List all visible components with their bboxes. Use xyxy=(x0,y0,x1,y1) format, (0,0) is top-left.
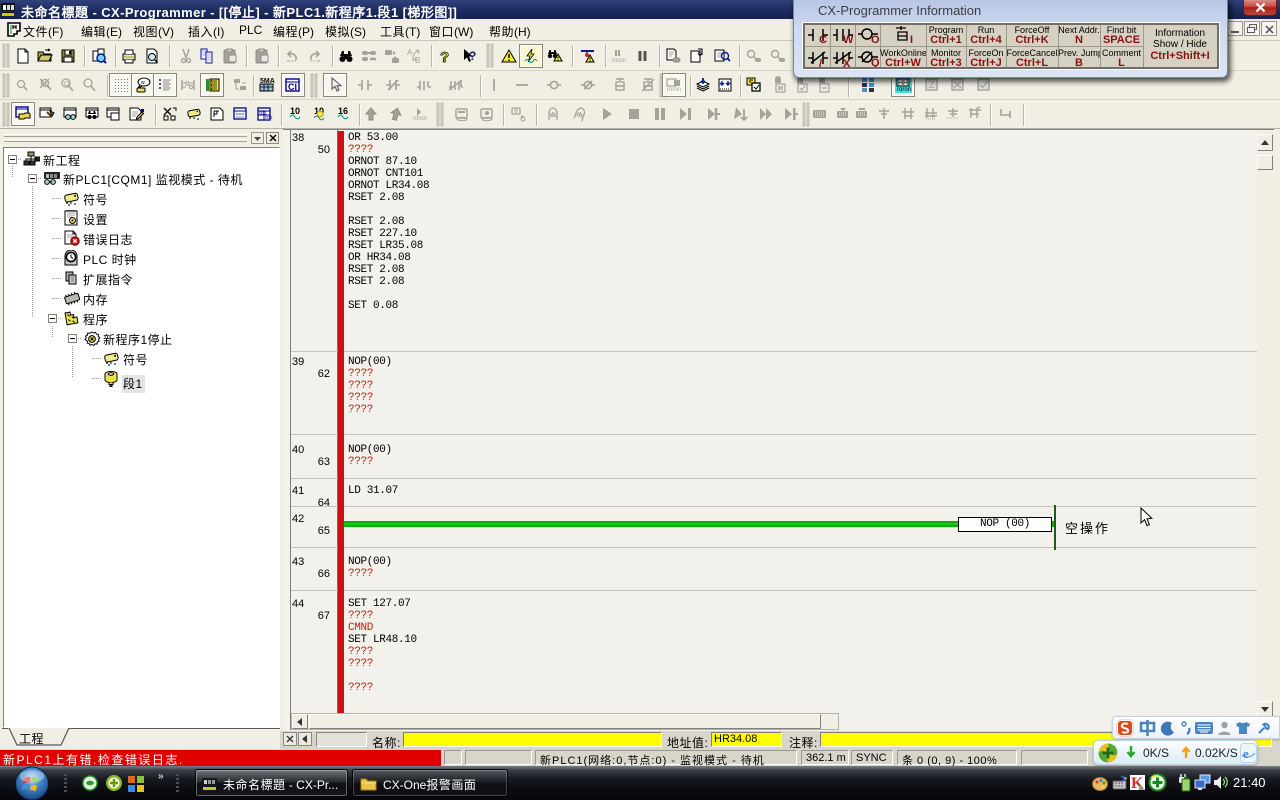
svg-text:A: A xyxy=(407,48,413,57)
svg-text:10: 10 xyxy=(290,106,300,116)
svg-text:X: X xyxy=(843,58,851,67)
svg-text:HH: HH xyxy=(898,80,908,87)
svg-text:?: ? xyxy=(469,49,476,63)
svg-text:I: I xyxy=(910,34,913,45)
svg-text:Q: Q xyxy=(871,57,880,67)
svg-text:?: ? xyxy=(440,49,449,66)
svg-text:/: / xyxy=(819,58,822,67)
svg-text:O: O xyxy=(871,34,880,45)
svg-text:?: ? xyxy=(1123,777,1127,784)
svg-text:roron: roron xyxy=(413,116,427,122)
svg-text:e: e xyxy=(1243,746,1249,761)
svg-text:roron: roron xyxy=(667,87,681,93)
svg-text:002: 002 xyxy=(265,115,273,120)
svg-text:roron: roron xyxy=(897,87,911,93)
svg-text:C: C xyxy=(819,34,827,45)
svg-text:roron: roron xyxy=(612,58,626,64)
svg-text:Q: Q xyxy=(64,81,70,88)
svg-text:CI: CI xyxy=(288,82,297,92)
svg-text:B: B xyxy=(415,56,420,65)
svg-text:W: W xyxy=(843,34,854,45)
svg-text:Z: Z xyxy=(929,80,935,90)
svg-text:16: 16 xyxy=(338,106,348,116)
svg-text:w: w xyxy=(141,80,145,86)
